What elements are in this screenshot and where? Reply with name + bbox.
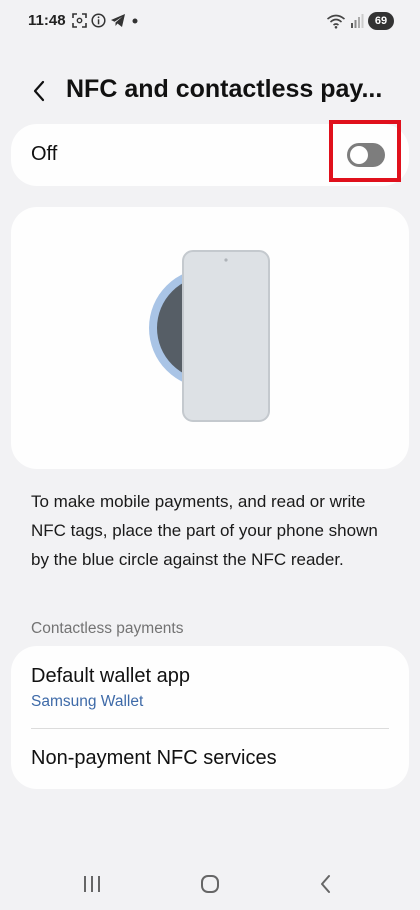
toggle-label: Off <box>31 143 58 165</box>
info-icon <box>91 13 106 28</box>
chevron-left-icon <box>33 80 45 102</box>
phone-body <box>182 250 270 422</box>
back-button[interactable] <box>22 74 56 108</box>
default-wallet-title: Default wallet app <box>31 665 190 687</box>
wifi-icon <box>326 14 346 29</box>
page-title: NFC and contactless pay... <box>66 75 383 103</box>
system-icons: 69 <box>326 12 394 30</box>
header: NFC and contactless pay... <box>0 60 420 120</box>
nfc-phone-illustration <box>149 250 270 422</box>
nfc-description: To make mobile payments, and read or wri… <box>31 492 378 569</box>
nfc-illustration-card <box>11 207 409 469</box>
nav-back-button[interactable] <box>306 872 346 896</box>
non-payment-title: Non-payment NFC services <box>31 747 277 769</box>
recent-apps-button[interactable] <box>72 872 112 896</box>
signal-icon <box>351 14 364 28</box>
default-wallet-app-item[interactable]: Default wallet app Samsung Wallet <box>11 646 409 728</box>
status-time: 11:48 <box>28 12 66 29</box>
nfc-toggle-card[interactable]: Off <box>11 120 409 186</box>
section-header-contactless: Contactless payments <box>31 620 184 637</box>
navigation-bar <box>0 860 420 906</box>
dot-icon <box>132 18 138 24</box>
contactless-payments-card: Default wallet app Samsung Wallet Non-pa… <box>11 646 409 789</box>
phone-camera <box>224 258 228 262</box>
recent-apps-icon <box>84 876 100 892</box>
telegram-icon <box>111 14 125 27</box>
screenshot-icon <box>72 13 87 28</box>
non-payment-nfc-item[interactable]: Non-payment NFC services <box>11 728 409 789</box>
home-icon <box>201 875 219 893</box>
battery-icon: 69 <box>368 12 394 30</box>
highlight-box <box>329 120 401 182</box>
home-button[interactable] <box>190 872 230 896</box>
default-wallet-value: Samsung Wallet <box>31 693 144 710</box>
status-bar: 11:48 69 <box>0 0 420 44</box>
notification-icons <box>72 13 140 28</box>
back-icon <box>321 875 330 893</box>
